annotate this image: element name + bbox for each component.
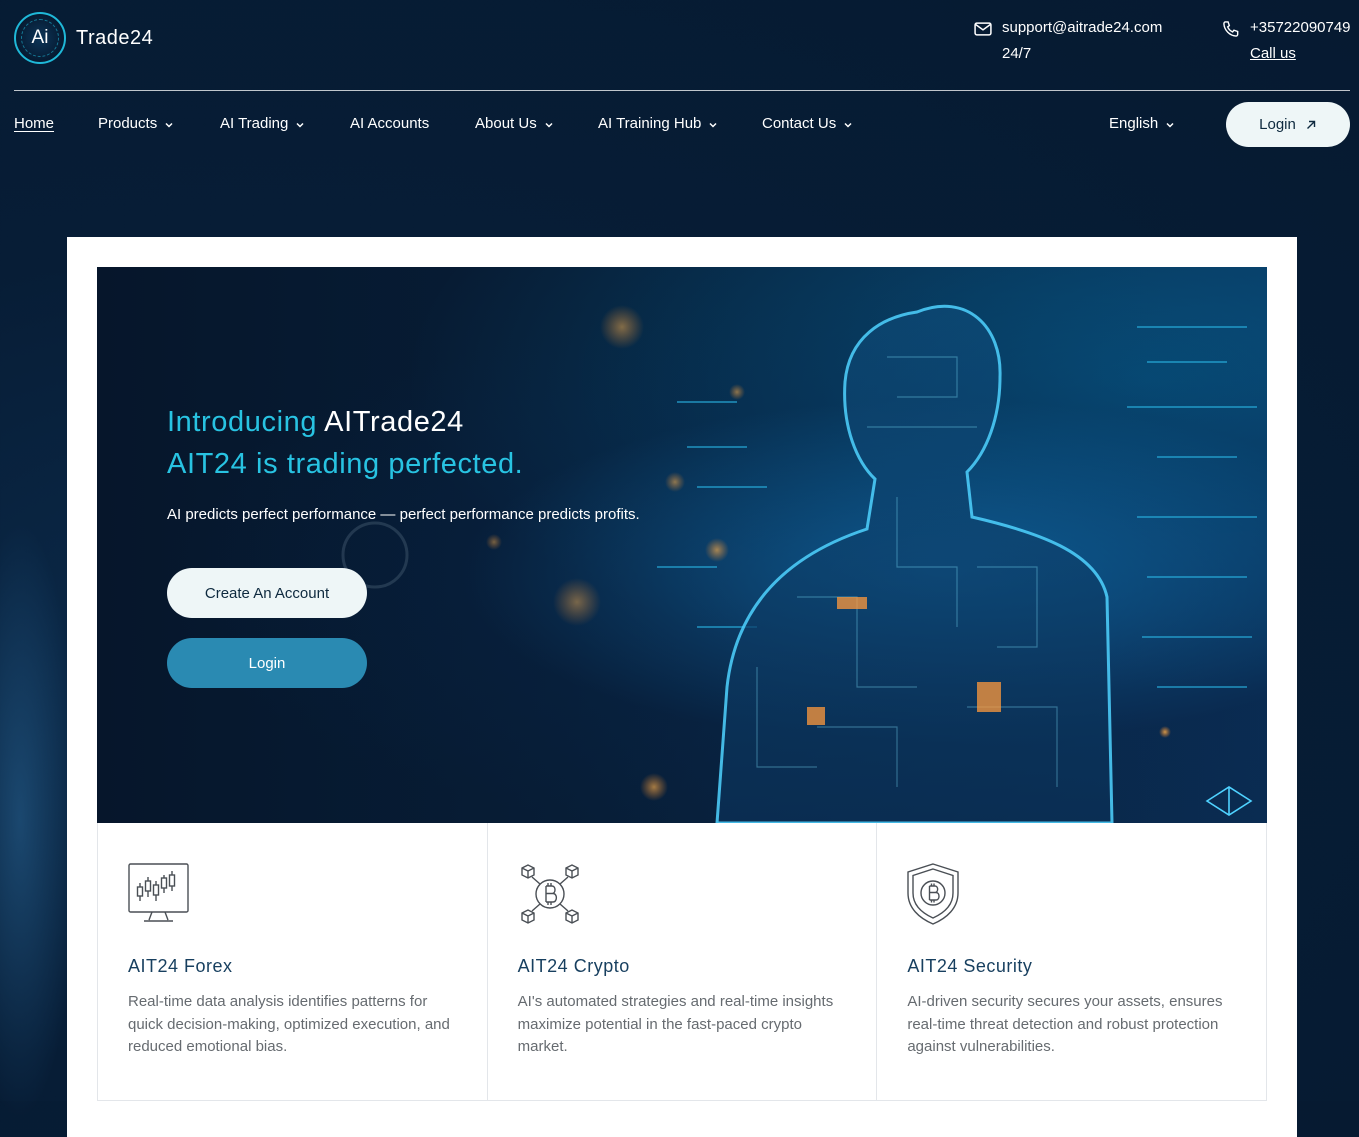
candlestick-monitor-icon — [128, 863, 189, 922]
logo-mark: Ai — [31, 27, 49, 48]
site-logo[interactable]: Ai Trade24 — [14, 12, 153, 64]
nav-item-ai-accounts[interactable]: AI Accounts — [350, 114, 429, 134]
hero-title-brand: AITrade24 — [324, 406, 464, 438]
nav-item-label: Home — [14, 115, 55, 132]
mail-icon — [974, 22, 992, 36]
chevron-down-icon — [1166, 122, 1174, 128]
logo-badge: Ai — [14, 12, 66, 64]
nav-item-home[interactable]: Home — [14, 114, 54, 134]
feature-list: AIT24 Forex Real-time data analysis iden… — [97, 823, 1267, 1101]
feature-forex: AIT24 Forex Real-time data analysis iden… — [98, 823, 488, 1100]
feature-title: AIT24 Forex — [128, 956, 233, 976]
contact-phone: +35722090749 Call us — [1221, 18, 1351, 70]
feature-title: AIT24 Security — [907, 956, 1033, 976]
nav-item-contact-us[interactable]: Contact Us — [762, 114, 853, 134]
chevron-down-icon — [545, 122, 553, 128]
header-divider — [14, 90, 1350, 91]
nav-item-about-us[interactable]: About Us — [475, 114, 554, 134]
feature-description: AI-driven security secures your assets, … — [907, 993, 1223, 1055]
email-address[interactable]: support@aitrade24.com — [1002, 18, 1162, 38]
phone-number[interactable]: +35722090749 — [1250, 18, 1351, 38]
feature-crypto: AIT24 Crypto AI's automated strategies a… — [488, 823, 878, 1100]
hero-title: Introducing AITrade24 AIT24 is trading p… — [167, 401, 523, 485]
hero-title-line2: AIT24 is trading perfected. — [167, 448, 524, 480]
chevron-down-icon — [709, 122, 717, 128]
header-login-button[interactable]: Login — [1226, 102, 1350, 147]
nav-item-label: Contact Us — [762, 115, 837, 132]
diamond-logo-icon — [1205, 786, 1253, 816]
hero-title-prefix: Introducing — [167, 406, 325, 438]
feature-title: AIT24 Crypto — [517, 956, 630, 976]
nav-item-ai-training-hub[interactable]: AI Training Hub — [598, 114, 718, 134]
header-login-label: Login — [1259, 116, 1296, 133]
language-selector[interactable]: English — [1109, 114, 1175, 134]
feature-description: AI's automated strategies and real-time … — [517, 993, 834, 1055]
feature-description: Real-time data analysis identifies patte… — [128, 993, 450, 1055]
email-availability: 24/7 — [1002, 45, 1032, 62]
create-account-button[interactable]: Create An Account — [167, 568, 367, 618]
hero-banner: Introducing AITrade24 AIT24 is trading p… — [97, 267, 1267, 823]
bitcoin-network-icon — [520, 864, 579, 924]
chevron-down-icon — [296, 122, 304, 128]
language-label: English — [1109, 115, 1159, 132]
nav-item-label: AI Accounts — [350, 115, 430, 132]
arrow-up-right-icon — [1306, 120, 1316, 129]
feature-security: AIT24 Security AI-driven security secure… — [877, 823, 1266, 1100]
nav-item-label: Products — [98, 115, 158, 132]
hero-subtitle: AI predicts perfect performance — perfec… — [167, 506, 640, 523]
bitcoin-shield-icon — [907, 863, 960, 925]
logo-name: Trade24 — [76, 26, 154, 49]
hero-login-button[interactable]: Login — [167, 638, 367, 688]
nav-item-label: About Us — [475, 115, 537, 132]
contact-email: support@aitrade24.com 24/7 — [973, 18, 1162, 70]
ai-humanoid-illustration — [341, 304, 1257, 823]
chevron-down-icon — [844, 122, 852, 128]
chevron-down-icon — [165, 122, 173, 128]
nav-item-label: AI Trading — [220, 115, 289, 132]
call-us-link[interactable]: Call us — [1250, 44, 1351, 64]
phone-icon — [1223, 21, 1239, 37]
main-card: Introducing AITrade24 AIT24 is trading p… — [67, 237, 1297, 1137]
nav-item-ai-trading[interactable]: AI Trading — [220, 114, 305, 134]
nav-item-products[interactable]: Products — [98, 114, 174, 134]
nav-item-label: AI Training Hub — [598, 115, 702, 132]
